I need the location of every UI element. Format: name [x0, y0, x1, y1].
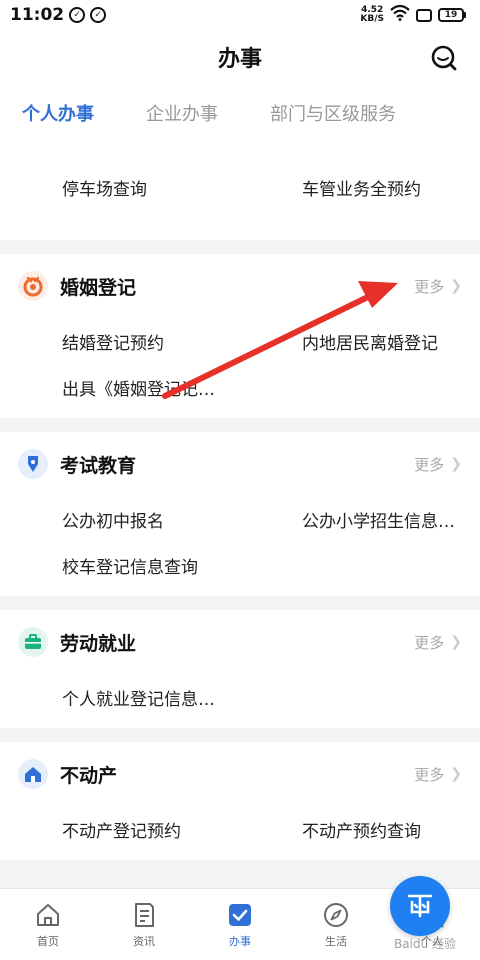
service-grid-marriage: 结婚登记预约 内地居民离婚登记 出具《婚姻登记记… [0, 318, 480, 418]
service-item-marriage-booking[interactable]: 结婚登记预约 [0, 318, 240, 364]
card-title: 不动产 [60, 764, 118, 787]
service-item-school-bus[interactable]: 校车登记信息查询 [0, 542, 240, 588]
search-icon [431, 45, 457, 71]
more-link-education[interactable]: 更多 ❯ [414, 454, 462, 475]
watermark-logo: Baidu 经验 [394, 937, 456, 951]
assistant-icon [407, 894, 433, 918]
service-item-marriage-record[interactable]: 出具《婚姻登记记… [0, 364, 240, 410]
service-grid-education: 公办初中报名 公办小学招生信息… 校车登记信息查询 [0, 496, 480, 596]
card-title: 婚姻登记 [60, 276, 137, 299]
service-item-vehicle-booking[interactable]: 车管业务全预约 [240, 164, 480, 210]
nav-label: 生活 [325, 934, 347, 948]
tab-enterprise[interactable]: 企业办事 [146, 100, 218, 130]
status-right: 4.52 KB/S 19 [360, 4, 466, 25]
search-button[interactable] [428, 42, 460, 74]
card-employment: 劳动就业 更多 ❯ 个人就业登记信息… [0, 610, 480, 728]
compass-icon [324, 902, 348, 927]
more-label: 更多 [414, 455, 445, 474]
service-item-middle-school[interactable]: 公办初中报名 [0, 496, 240, 542]
notification-check-icon: ✓ [69, 7, 86, 23]
chevron-right-icon: ❯ [450, 456, 462, 472]
page-title: 办事 [217, 47, 262, 72]
education-pen-icon [18, 449, 48, 479]
card-title: 考试教育 [60, 454, 137, 477]
service-item-property-query[interactable]: 不动产预约查询 [240, 806, 480, 852]
more-link-real-estate[interactable]: 更多 ❯ [414, 764, 462, 785]
card-header-marriage: 婚姻登记 更多 ❯ [0, 254, 480, 318]
card-header-education: 考试教育 更多 ❯ [0, 432, 480, 496]
card-header-real-estate: 不动产 更多 ❯ [0, 742, 480, 806]
more-label: 更多 [414, 633, 445, 652]
news-icon [135, 902, 154, 927]
more-label: 更多 [414, 765, 445, 784]
chevron-right-icon: ❯ [450, 278, 462, 294]
checkbox-icon [229, 903, 251, 926]
service-grid-employment: 个人就业登记信息… [0, 674, 480, 728]
nav-news[interactable]: 资讯 [96, 889, 192, 960]
tab-personal[interactable]: 个人办事 [22, 100, 94, 130]
service-item-divorce[interactable]: 内地居民离婚登记 [240, 318, 480, 364]
service-item-primary-school[interactable]: 公办小学招生信息… [240, 496, 480, 542]
wifi-icon [390, 4, 410, 25]
home-icon [37, 903, 59, 926]
service-item-hidden [0, 146, 240, 164]
house-icon [18, 759, 48, 789]
nav-home[interactable]: 首页 [0, 889, 96, 960]
category-tabs: 个人办事 企业办事 部门与区级服务 [0, 84, 480, 146]
briefcase-icon [18, 627, 48, 657]
more-link-marriage[interactable]: 更多 ❯ [414, 276, 462, 297]
more-link-employment[interactable]: 更多 ❯ [414, 632, 462, 653]
nav-label: 资讯 [133, 934, 155, 948]
service-item-hidden-2 [240, 146, 480, 164]
marriage-icon [18, 271, 48, 301]
nav-services[interactable]: 办事 [192, 889, 288, 960]
partial-service-grid: 停车场查询 车管业务全预约 [0, 146, 480, 218]
net-speed: 4.52 KB/S [360, 6, 384, 24]
battery-level: 19 [438, 8, 464, 22]
assistant-button[interactable] [390, 876, 450, 936]
screen: 11:02 ✓ ✓ 4.52 KB/S 19 办事 个人办事 企业办事 部门与区… [0, 0, 480, 960]
chevron-right-icon: ❯ [450, 766, 462, 782]
card-education: 考试教育 更多 ❯ 公办初中报名 公办小学招生信息… 校车登记信息查询 [0, 432, 480, 596]
battery-icon: 19 [438, 8, 466, 22]
net-speed-unit: KB/S [360, 14, 384, 24]
nav-label: 首页 [37, 934, 59, 948]
card-real-estate: 不动产 更多 ❯ 不动产登记预约 不动产预约查询 [0, 742, 480, 860]
card-partial-traffic: 停车场查询 车管业务全预约 [0, 146, 480, 240]
tab-department[interactable]: 部门与区级服务 [270, 100, 396, 130]
service-item-property-booking[interactable]: 不动产登记预约 [0, 806, 240, 852]
notification-check-icon-2: ✓ [90, 7, 107, 23]
status-bar: 11:02 ✓ ✓ 4.52 KB/S 19 [0, 0, 480, 30]
card-marriage: 婚姻登记 更多 ❯ 结婚登记预约 内地居民离婚登记 出具《婚姻登记记… [0, 254, 480, 418]
card-header-employment: 劳动就业 更多 ❯ [0, 610, 480, 674]
nav-label: 办事 [229, 934, 251, 948]
service-grid-real-estate: 不动产登记预约 不动产预约查询 [0, 806, 480, 860]
header: 办事 [0, 30, 480, 84]
card-title: 劳动就业 [60, 632, 137, 655]
service-list: 停车场查询 车管业务全预约 婚姻登记 更多 ❯ 结婚登记预约 内地居民离婚登记 … [0, 146, 480, 888]
nav-life[interactable]: 生活 [288, 889, 384, 960]
screen-record-icon [416, 8, 432, 22]
more-label: 更多 [414, 277, 445, 296]
service-item-employment-record[interactable]: 个人就业登记信息… [0, 674, 240, 720]
status-time: 11:02 [10, 5, 65, 25]
chevron-right-icon: ❯ [450, 634, 462, 650]
service-item-parking-query[interactable]: 停车场查询 [0, 164, 240, 210]
